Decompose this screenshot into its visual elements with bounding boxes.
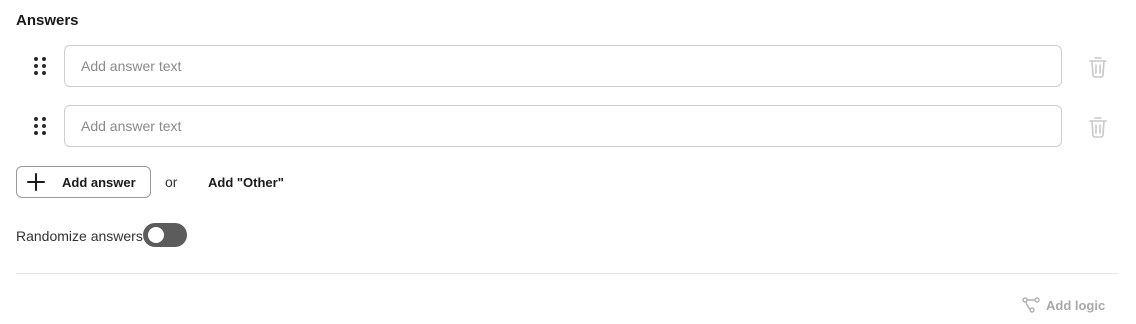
- answer-text-input[interactable]: [64, 45, 1062, 87]
- answer-row: [0, 105, 1136, 147]
- trash-icon[interactable]: [1088, 56, 1108, 78]
- logic-branch-icon: [1022, 297, 1040, 313]
- answer-text-input[interactable]: [64, 105, 1062, 147]
- divider: [16, 273, 1119, 274]
- trash-icon[interactable]: [1088, 116, 1108, 138]
- add-other-button[interactable]: Add "Other": [208, 175, 284, 190]
- drag-handle-icon[interactable]: [33, 116, 47, 136]
- answer-row: [0, 45, 1136, 87]
- drag-handle-icon[interactable]: [33, 56, 47, 76]
- section-title: Answers: [16, 12, 79, 29]
- or-separator: or: [165, 174, 178, 190]
- add-logic-label: Add logic: [1046, 297, 1106, 313]
- randomize-label: Randomize answers: [16, 228, 143, 244]
- add-logic-button[interactable]: Add logic: [1022, 297, 1105, 313]
- add-answer-button[interactable]: Add answer: [16, 166, 151, 198]
- toggle-knob: [148, 227, 164, 243]
- randomize-toggle[interactable]: [143, 223, 187, 247]
- answers-editor: Answers Add answer text Add answer text …: [0, 0, 1136, 324]
- plus-icon: [27, 173, 45, 191]
- add-answer-label: Add answer: [62, 174, 136, 190]
